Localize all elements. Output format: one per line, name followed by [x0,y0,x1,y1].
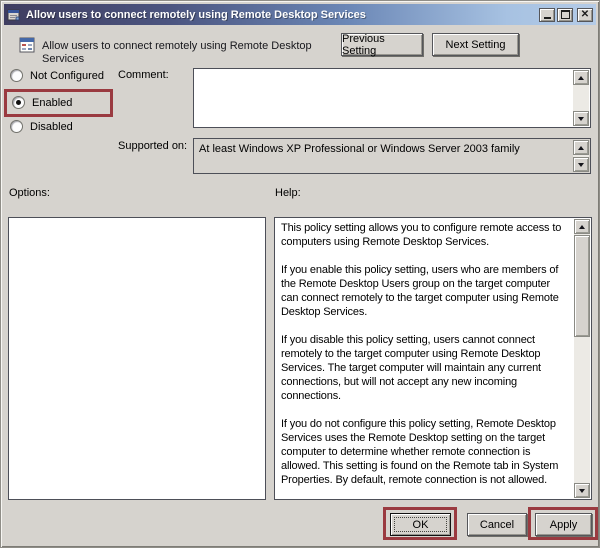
help-panel: This policy setting allows you to config… [274,217,592,500]
radio-not-configured-circle[interactable] [10,69,23,82]
window-icon [7,8,21,22]
scroll-up-button[interactable] [573,140,589,155]
titlebar[interactable]: Allow users to connect remotely using Re… [4,4,596,25]
arrow-down-icon [579,489,585,493]
radio-enabled-label: Enabled [32,97,72,109]
comment-scrollbar[interactable] [573,70,589,126]
next-setting-button[interactable]: Next Setting [432,33,519,56]
ok-button[interactable]: OK [390,513,451,536]
cancel-button[interactable]: Cancel [467,513,527,536]
comment-label: Comment: [118,69,169,81]
close-button[interactable]: ✕ [577,8,593,22]
arrow-up-icon [578,146,584,150]
supported-on-field: At least Windows XP Professional or Wind… [193,138,591,174]
arrow-up-icon [578,76,584,80]
help-label: Help: [275,187,301,199]
supported-on-value: At least Windows XP Professional or Wind… [199,143,570,155]
policy-setting-dialog: Allow users to connect remotely using Re… [0,0,600,548]
maximize-button[interactable] [557,8,573,22]
apply-button[interactable]: Apply [535,513,592,536]
setting-title: Allow users to connect remotely using Re… [42,40,332,66]
maximize-icon [561,10,570,19]
help-scrollbar[interactable] [574,219,590,498]
arrow-up-icon [579,225,585,229]
minimize-icon [544,17,551,19]
help-text: This policy setting allows you to config… [281,221,570,497]
supported-on-scrollbar[interactable] [573,140,589,172]
comment-input[interactable] [193,68,591,128]
scroll-down-button[interactable] [574,483,590,498]
minimize-button[interactable] [539,8,555,22]
arrow-down-icon [578,163,584,167]
close-icon: ✕ [581,10,589,20]
previous-setting-button[interactable]: Previous Setting [341,33,423,56]
radio-disabled[interactable]: Disabled [10,120,73,133]
supported-on-label: Supported on: [118,140,187,152]
scroll-thumb[interactable] [574,235,590,337]
radio-not-configured[interactable]: Not Configured [10,69,104,82]
scroll-up-button[interactable] [573,70,589,85]
radio-enabled[interactable]: Enabled [12,96,72,109]
options-panel [8,217,266,500]
window-title: Allow users to connect remotely using Re… [26,9,539,21]
radio-disabled-label: Disabled [30,121,73,133]
radio-not-configured-label: Not Configured [30,70,104,82]
scroll-down-button[interactable] [573,157,589,172]
radio-disabled-circle[interactable] [10,120,23,133]
radio-enabled-circle[interactable] [12,96,25,109]
scroll-down-button[interactable] [573,111,589,126]
arrow-down-icon [578,117,584,121]
scroll-up-button[interactable] [574,219,590,234]
options-label: Options: [9,187,50,199]
policy-setting-icon [19,37,35,53]
